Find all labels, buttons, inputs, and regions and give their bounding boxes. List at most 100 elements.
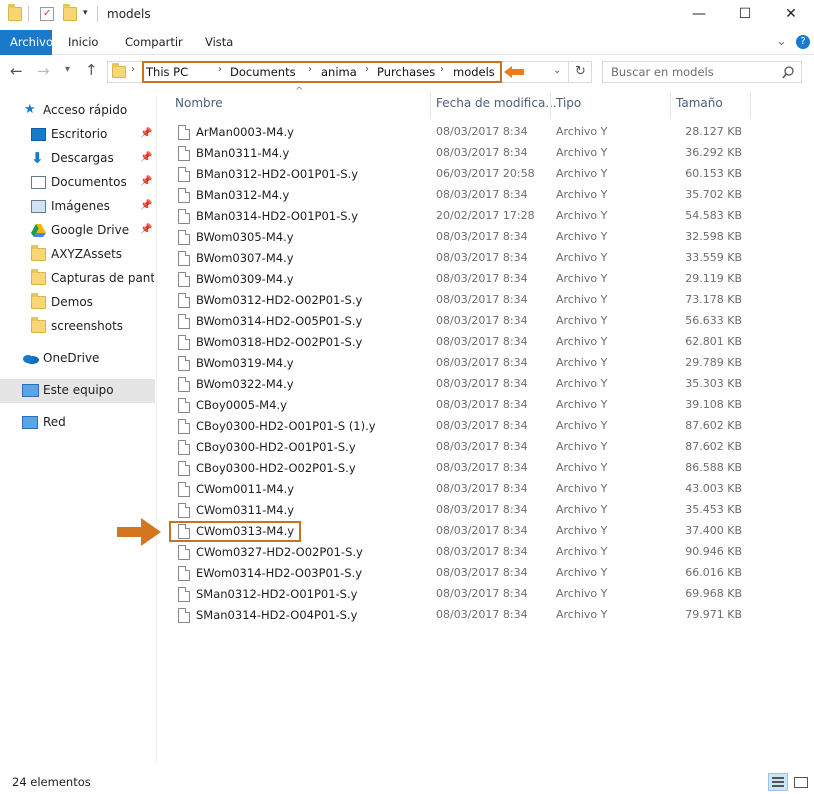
table-row[interactable]: CWom0311-M4.y 08/03/2017 8:34 Archivo Y 35.… [160, 500, 800, 521]
file-icon [178, 146, 190, 161]
sidebar-item-este-equipo[interactable]: Este equipo [0, 379, 155, 403]
chevron-right-icon[interactable]: › [308, 64, 312, 75]
expand-ribbon-icon[interactable]: ⌄ [776, 34, 787, 49]
table-row[interactable]: SMan0314-HD2-O04P01-S.y 08/03/2017 8:34 Ar… [160, 605, 800, 626]
address-dropdown-icon[interactable]: ⌄ [553, 65, 561, 76]
breadcrumb-item[interactable]: This PC [146, 65, 188, 79]
table-row[interactable]: BWom0314-HD2-O05P01-S.y 08/03/2017 8:34 Ar… [160, 311, 800, 332]
table-row[interactable]: BMan0311-M4.y 08/03/2017 8:34 Archivo Y 36.… [160, 143, 800, 164]
table-row[interactable]: CWom0327-HD2-O02P01-S.y 08/03/2017 8:34 Ar… [160, 542, 800, 563]
maximize-button[interactable]: ☐ [722, 0, 768, 30]
sidebar-item-axyzassets[interactable]: AXYZAssets [0, 243, 155, 267]
forward-icon[interactable]: → [37, 62, 50, 80]
column-header-size[interactable]: Tamaño [676, 96, 723, 110]
close-button[interactable]: ✕ [768, 0, 814, 30]
breadcrumb-item[interactable]: Documents [230, 65, 296, 79]
file-size: 36.292 KB [685, 146, 742, 159]
large-icons-view-button[interactable] [791, 773, 811, 791]
help-icon[interactable]: ? [796, 35, 810, 49]
table-row[interactable]: BMan0312-M4.y 08/03/2017 8:34 Archivo Y 35.… [160, 185, 800, 206]
chevron-right-icon[interactable]: › [440, 64, 444, 75]
table-row[interactable]: CWom0011-M4.y 08/03/2017 8:34 Archivo Y 43.… [160, 479, 800, 500]
table-row[interactable]: CWom0313-M4.y 08/03/2017 8:34 Archivo Y 37.… [160, 521, 800, 542]
new-folder-icon[interactable] [63, 4, 77, 21]
file-type: Archivo Y [556, 587, 608, 600]
up-icon[interactable]: ↑ [85, 61, 98, 79]
pin-icon[interactable]: 📌 [140, 200, 152, 211]
desktop-icon [31, 128, 46, 141]
details-view-button[interactable] [768, 773, 788, 791]
file-name: BWom0309-M4.y [196, 272, 294, 286]
file-size: 62.801 KB [685, 335, 742, 348]
tab-inicio[interactable]: Inicio [58, 30, 108, 55]
back-icon[interactable]: ← [10, 62, 23, 80]
table-row[interactable]: BWom0319-M4.y 08/03/2017 8:34 Archivo Y 29.… [160, 353, 800, 374]
file-icon [178, 314, 190, 329]
table-row[interactable]: ArMan0003-M4.y 08/03/2017 8:34 Archivo Y 28… [160, 122, 800, 143]
column-header-type[interactable]: Tipo [556, 96, 581, 110]
table-row[interactable]: BWom0312-HD2-O02P01-S.y 08/03/2017 8:34 Ar… [160, 290, 800, 311]
tab-archivo[interactable]: Archivo [0, 30, 53, 55]
table-row[interactable]: SMan0312-HD2-O01P01-S.y 08/03/2017 8:34 Ar… [160, 584, 800, 605]
table-row[interactable]: BWom0318-HD2-O02P01-S.y 08/03/2017 8:34 Ar… [160, 332, 800, 353]
minimize-button[interactable]: — [676, 0, 722, 30]
sidebar-item-demos[interactable]: Demos [0, 291, 155, 315]
sidebar-item-descargas[interactable]: ⬇ Descargas 📌 [0, 147, 155, 171]
breadcrumb-item[interactable]: anima [321, 65, 357, 79]
tab-compartir[interactable]: Compartir [115, 30, 193, 55]
tab-vista[interactable]: Vista [195, 30, 243, 55]
chevron-right-icon[interactable]: › [218, 64, 222, 75]
file-date: 08/03/2017 8:34 [436, 524, 528, 537]
sidebar-item-documentos[interactable]: Documentos 📌 [0, 171, 155, 195]
pin-icon[interactable]: 📌 [140, 152, 152, 163]
file-name: BWom0318-HD2-O02P01-S.y [196, 335, 363, 349]
file-name: BMan0312-HD2-O01P01-S.y [196, 167, 359, 181]
column-divider[interactable] [750, 92, 751, 118]
sidebar-item-escritorio[interactable]: Escritorio 📌 [0, 123, 155, 147]
pin-icon[interactable]: 📌 [140, 128, 152, 139]
sidebar-item-label: Descargas [51, 151, 114, 165]
customize-toolbar-icon[interactable]: ▾ [83, 8, 88, 18]
sidebar-item-google-drive[interactable]: Google Drive 📌 [0, 219, 155, 243]
sidebar-item-label: Capturas de pantalla [51, 271, 154, 285]
sidebar-item-red[interactable]: Red [0, 411, 155, 435]
table-row[interactable]: CBoy0005-M4.y 08/03/2017 8:34 Archivo Y 39.… [160, 395, 800, 416]
sidebar-item-label: Documentos [51, 175, 127, 189]
sidebar-item-capturas[interactable]: Capturas de pantalla [0, 267, 155, 291]
column-header-date[interactable]: Fecha de modifica... [436, 96, 557, 110]
table-row[interactable]: EWom0314-HD2-O03P01-S.y 08/03/2017 8:34 Ar… [160, 563, 800, 584]
breadcrumb-item[interactable]: models [453, 65, 495, 79]
file-size: 37.400 KB [685, 524, 742, 537]
file-type: Archivo Y [556, 608, 608, 621]
column-divider[interactable] [430, 92, 431, 118]
table-row[interactable]: CBoy0300-HD2-O01P01-S (1).y 08/03/2017 8:… [160, 416, 800, 437]
table-row[interactable]: BWom0307-M4.y 08/03/2017 8:34 Archivo Y 33.… [160, 248, 800, 269]
column-header-name[interactable]: Nombre [175, 96, 223, 110]
recent-locations-icon[interactable]: ▾ [65, 64, 70, 75]
title-bar: ✓ ▾ models — ☐ ✕ [0, 0, 814, 30]
file-icon [178, 209, 190, 224]
table-row[interactable]: BWom0305-M4.y 08/03/2017 8:34 Archivo Y 32.… [160, 227, 800, 248]
properties-icon[interactable]: ✓ [40, 7, 54, 21]
sidebar-item-onedrive[interactable]: OneDrive [0, 347, 155, 371]
table-row[interactable]: BWom0309-M4.y 08/03/2017 8:34 Archivo Y 29.… [160, 269, 800, 290]
column-divider[interactable] [550, 92, 551, 118]
table-row[interactable]: BMan0314-HD2-O01P01-S.y 20/02/2017 17:28 A… [160, 206, 800, 227]
table-row[interactable]: CBoy0300-HD2-O02P01-S.y 08/03/2017 8:34 Ar… [160, 458, 800, 479]
table-row[interactable]: BMan0312-HD2-O01P01-S.y 06/03/2017 20:58 A… [160, 164, 800, 185]
table-row[interactable]: CBoy0300-HD2-O01P01-S.y 08/03/2017 8:34 Ar… [160, 437, 800, 458]
chevron-right-icon[interactable]: › [365, 64, 369, 75]
search-icon[interactable] [782, 66, 794, 79]
refresh-icon[interactable]: ↻ [568, 61, 592, 83]
table-row[interactable]: BWom0322-M4.y 08/03/2017 8:34 Archivo Y 35.… [160, 374, 800, 395]
pin-icon[interactable]: 📌 [140, 176, 152, 187]
pin-icon[interactable]: 📌 [140, 224, 152, 235]
file-type: Archivo Y [556, 230, 608, 243]
sidebar-item-screenshots[interactable]: screenshots [0, 315, 155, 339]
file-icon [178, 608, 190, 623]
column-divider[interactable] [670, 92, 671, 118]
search-input[interactable]: Buscar en models [602, 61, 802, 83]
sidebar-item-acceso-rapido[interactable]: ★ Acceso rápido [0, 99, 155, 123]
breadcrumb-item[interactable]: Purchases [377, 65, 435, 79]
sidebar-item-imagenes[interactable]: Imágenes 📌 [0, 195, 155, 219]
